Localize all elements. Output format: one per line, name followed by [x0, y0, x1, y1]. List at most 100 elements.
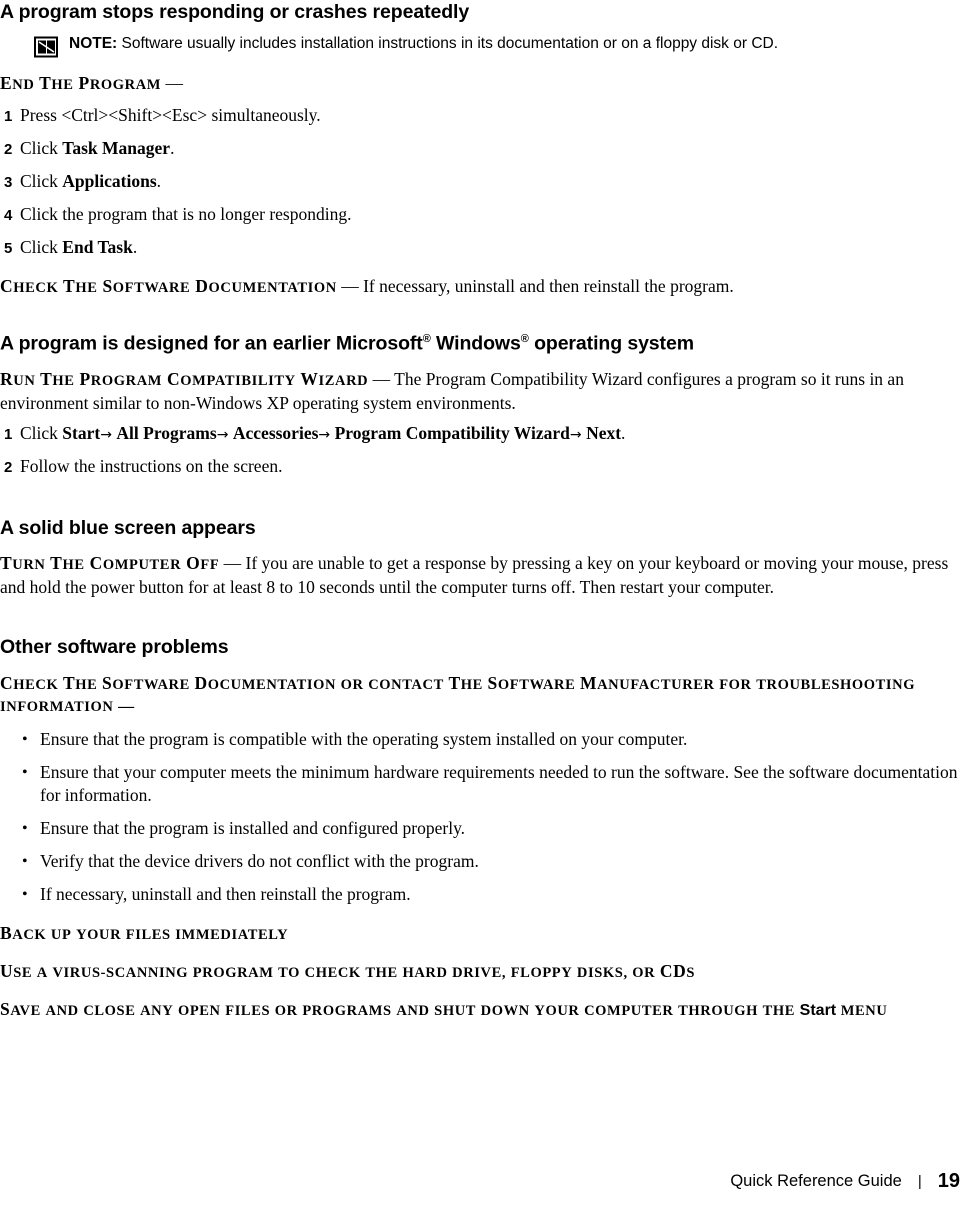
bullet-list-other-software: • Ensure that the program is compatible w…	[22, 728, 960, 906]
lead-end-the-program: END THE PROGRAM —	[0, 72, 960, 96]
step-text-pre: Click	[20, 237, 63, 257]
lead-label-check-doc-or-contact: CHECK THE SOFTWARE DOCUMENTATION OR CONT…	[0, 672, 916, 715]
note-text: NOTE: Software usually includes installa…	[69, 34, 778, 53]
step-text-bold: Task Manager	[62, 138, 171, 158]
step-text: Click Applications.	[20, 169, 960, 193]
lead-label-check-software-doc: CHECK THE SOFTWARE DOCUMENTATION	[0, 276, 337, 296]
step-item: 2 Follow the instructions on the screen.	[0, 454, 960, 480]
page-footer: Quick Reference Guide | 19	[0, 1170, 960, 1193]
section-heading-program-stops: A program stops responding or crashes re…	[0, 1, 470, 23]
step-part: Click	[20, 423, 63, 443]
lead-body-check-software-doc: — If necessary, uninstall and then reins…	[336, 276, 734, 296]
bullet-icon: •	[22, 730, 28, 748]
lead-run-compat-wizard: RUN THE PROGRAM COMPATIBILITY WIZARD — T…	[0, 368, 960, 415]
lead-label-menu: MENU	[840, 1002, 888, 1019]
section-heading-other-software: Other software problems	[0, 635, 229, 658]
registered-mark-icon: ®	[422, 333, 431, 345]
bullet-icon: •	[22, 852, 28, 870]
step-item: 4 Click the program that is no longer res…	[0, 202, 960, 228]
step-text: Click the program that is no longer resp…	[20, 204, 352, 224]
step-item: 3 Click Applications.	[0, 169, 960, 195]
note-block: NOTE: Software usually includes installa…	[34, 34, 960, 58]
step-part-bold: All Programs	[116, 423, 217, 443]
footer-separator: |	[917, 1173, 922, 1190]
list-item: • If necessary, uninstall and then reinst…	[22, 883, 960, 906]
list-item: • Ensure that the program is installed an…	[22, 817, 960, 840]
step-text: Follow the instructions on the screen.	[20, 456, 283, 476]
step-part-bold: Program Compatibility Wizard	[334, 423, 570, 443]
heading-mid: Windows	[430, 332, 521, 355]
lead-turn-computer-off: TURN THE COMPUTER OFF — If you are unabl…	[0, 552, 960, 599]
step-number: 1	[4, 426, 13, 443]
lead-label-virus-scan: USE A VIRUS-SCANNING PROGRAM TO CHECK TH…	[0, 960, 696, 981]
lead-label-save-and-close: SAVE AND CLOSE ANY OPEN FILES OR PROGRAM…	[0, 998, 796, 1019]
step-item: 1 Click Start→ All Programs→ Accessories…	[0, 421, 960, 447]
steps-end-program: 1 Press <Ctrl><Shift><Esc> simultaneously…	[0, 103, 960, 261]
step-text-tail: .	[132, 237, 138, 257]
section-heading-earlier-windows: A program is designed for an earlier Mic…	[0, 327, 960, 356]
step-part-bold: Accessories	[232, 423, 319, 443]
lead-label-back-up-files: BACK UP YOUR FILES IMMEDIATELY	[0, 922, 289, 943]
note-body: Software usually includes installation i…	[117, 35, 779, 52]
arrow-icon: →	[100, 427, 117, 443]
start-menu-label: Start	[799, 1001, 837, 1019]
lead-back-up-files: BACK UP YOUR FILES IMMEDIATELY	[0, 922, 960, 946]
bullet-icon: •	[22, 763, 28, 781]
document-page: A program stops responding or crashes re…	[0, 0, 960, 1215]
step-text-bold: End Task	[62, 237, 133, 257]
step-number: 3	[4, 174, 13, 191]
step-item: 1 Press <Ctrl><Shift><Esc> simultaneously…	[0, 103, 960, 129]
list-item: • Ensure that the program is compatible w…	[22, 728, 960, 751]
note-label: NOTE:	[69, 35, 118, 52]
step-item: 2 Click Task Manager.	[0, 136, 960, 162]
lead-check-software-doc: CHECK THE SOFTWARE DOCUMENTATION — If ne…	[0, 275, 960, 299]
list-item-text: Ensure that the program is compatible wi…	[40, 728, 688, 749]
lead-dash-end-program: —	[161, 73, 183, 93]
step-text: Press <Ctrl><Shift><Esc> simultaneously.	[20, 105, 321, 125]
step-text: Click End Task.	[20, 235, 960, 259]
step-part-bold: Next	[586, 423, 622, 443]
step-text-tail: .	[156, 171, 161, 191]
registered-mark-icon: ®	[520, 333, 529, 345]
lead-check-doc-or-contact: CHECK THE SOFTWARE DOCUMENTATION OR CONT…	[0, 672, 960, 718]
lead-dash-check-doc: —	[113, 697, 135, 715]
step-part-bold: Start	[62, 423, 101, 443]
step-number: 4	[4, 207, 13, 224]
list-item-text: If necessary, uninstall and then reinsta…	[40, 883, 411, 904]
lead-label-run-compat-wizard: RUN THE PROGRAM COMPATIBILITY WIZARD	[0, 368, 369, 389]
step-text-pre: Click	[20, 171, 63, 191]
bullet-icon: •	[22, 885, 28, 903]
step-text-pre: Click	[20, 138, 63, 158]
arrow-icon: →	[318, 427, 335, 443]
list-item: • Ensure that your computer meets the min…	[22, 761, 960, 807]
list-item-text: Ensure that your computer meets the mini…	[40, 761, 958, 805]
step-part: .	[621, 423, 626, 443]
lead-save-and-close: SAVE AND CLOSE ANY OPEN FILES OR PROGRAM…	[0, 998, 960, 1022]
steps-compat-wizard: 1 Click Start→ All Programs→ Accessories…	[0, 421, 960, 480]
list-item-text: Verify that the device drivers do not co…	[40, 850, 479, 871]
page-number: 19	[937, 1170, 960, 1192]
list-item-text: Ensure that the program is installed and…	[40, 817, 466, 838]
heading-post: operating system	[528, 332, 694, 355]
step-text-tail: .	[170, 138, 175, 158]
bullet-icon: •	[22, 819, 28, 837]
step-text-bold: Applications	[62, 171, 157, 191]
step-number: 2	[4, 141, 13, 158]
arrow-icon: →	[569, 427, 587, 443]
page-content: A program stops responding or crashes re…	[0, 0, 960, 1022]
step-text: Click Task Manager.	[20, 136, 960, 160]
lead-label-end-program: END THE PROGRAM	[0, 73, 162, 93]
step-number: 2	[4, 459, 13, 476]
lead-label-turn-computer-off: TURN THE COMPUTER OFF	[0, 553, 220, 573]
step-number: 5	[4, 240, 13, 257]
footer-title: Quick Reference Guide	[730, 1172, 902, 1190]
note-icon	[34, 36, 60, 58]
step-text: Click Start→ All Programs→ Accessories→ …	[20, 421, 960, 447]
list-item: • Verify that the device drivers do not c…	[22, 850, 960, 873]
step-number: 1	[4, 108, 13, 125]
heading-pre: A program is designed for an earlier Mic…	[0, 332, 423, 355]
arrow-icon: →	[216, 427, 233, 443]
lead-virus-scan: USE A VIRUS-SCANNING PROGRAM TO CHECK TH…	[0, 960, 960, 984]
step-item: 5 Click End Task.	[0, 235, 960, 261]
section-heading-blue-screen: A solid blue screen appears	[0, 517, 256, 539]
